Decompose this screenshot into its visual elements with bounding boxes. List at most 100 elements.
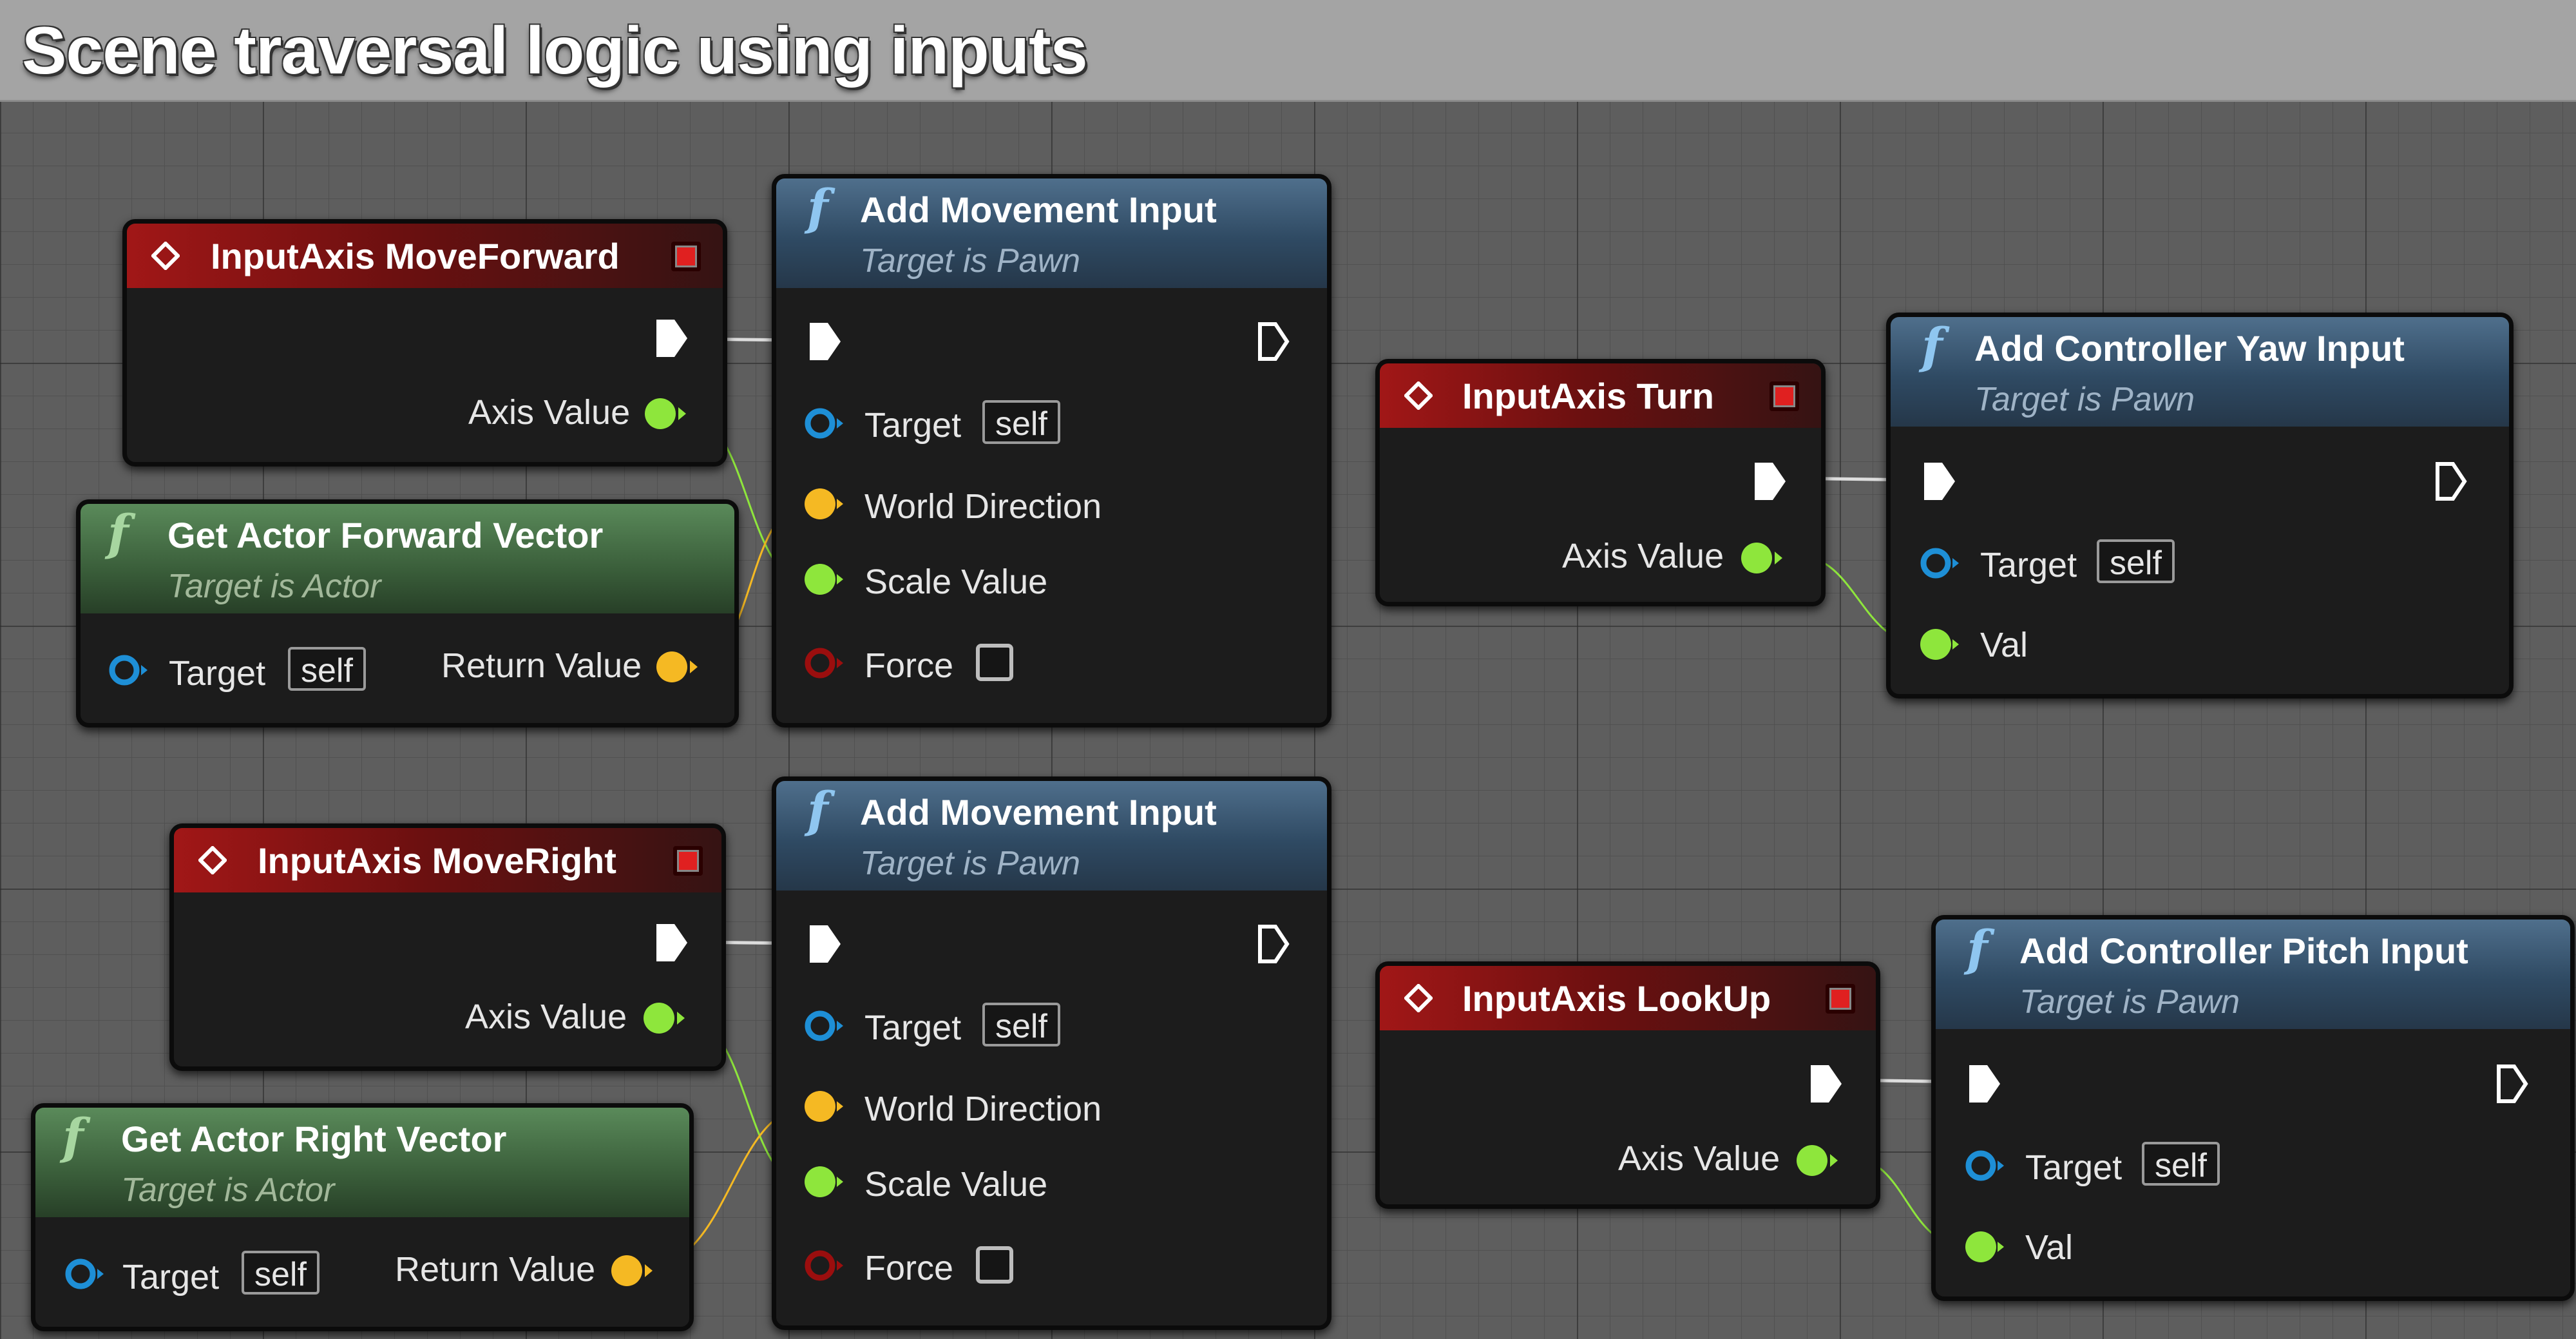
exec-output-pin[interactable] [2434, 460, 2470, 503]
float-input-pin[interactable] [802, 560, 847, 599]
node-title: InputAxis MoveForward [211, 236, 620, 276]
stop-icon[interactable] [1826, 984, 1855, 1014]
float-output-pin[interactable] [641, 999, 692, 1037]
bool-input-pin[interactable] [802, 1246, 847, 1285]
node-get-actor-forward-vector[interactable]: f Get Actor Forward Vector Target is Act… [76, 499, 739, 727]
node-title: Add Movement Input [860, 792, 1217, 833]
event-diamond-icon [1404, 381, 1433, 410]
target-label: Target [1980, 546, 2077, 584]
node-title: Add Controller Yaw Input [1974, 328, 2405, 369]
event-diamond-icon [151, 242, 180, 270]
float-output-pin[interactable] [1794, 1141, 1846, 1180]
self-field[interactable]: self [982, 1003, 1060, 1046]
function-icon: f [108, 504, 129, 561]
target-label: Target [169, 654, 266, 693]
function-icon: f [807, 781, 828, 838]
force-checkbox[interactable] [976, 1246, 1013, 1284]
node-add-controller-pitch-input[interactable]: f Add Controller Pitch Input Target is P… [1931, 915, 2575, 1301]
object-input-pin[interactable] [106, 651, 151, 689]
node-title: Add Controller Pitch Input [2019, 930, 2468, 971]
node-get-actor-right-vector[interactable]: f Get Actor Right Vector Target is Actor… [31, 1103, 694, 1331]
object-input-pin[interactable] [802, 1007, 847, 1045]
node-subtitle: Target is Pawn [2019, 983, 2240, 1021]
exec-output-pin[interactable] [1256, 923, 1292, 965]
node-title: Add Movement Input [860, 189, 1217, 230]
exec-output-pin[interactable] [1808, 1063, 1844, 1105]
event-diamond-icon [198, 846, 227, 874]
node-title: InputAxis MoveRight [258, 840, 616, 881]
exec-output-pin[interactable] [654, 317, 690, 360]
node-subtitle: Target is Actor [167, 568, 381, 605]
node-title: Get Actor Right Vector [121, 1119, 507, 1159]
vector-input-pin[interactable] [802, 485, 847, 523]
node-subtitle: Target is Pawn [860, 242, 1081, 280]
node-title: InputAxis LookUp [1462, 978, 1771, 1019]
float-input-pin[interactable] [1918, 625, 1963, 664]
object-input-pin[interactable] [802, 404, 847, 443]
vector-input-pin[interactable] [802, 1087, 847, 1126]
axis-value-label: Axis Value [468, 393, 631, 432]
exec-output-pin[interactable] [2495, 1063, 2531, 1105]
function-icon: f [1922, 317, 1943, 374]
object-input-pin[interactable] [62, 1255, 108, 1293]
scale-value-label: Scale Value [864, 563, 1048, 601]
self-field[interactable]: self [2097, 539, 2175, 583]
float-input-pin[interactable] [802, 1162, 847, 1201]
self-field[interactable]: self [2142, 1142, 2220, 1186]
node-title: Get Actor Forward Vector [167, 515, 604, 555]
node-inputaxis-lookup[interactable]: InputAxis LookUp Axis Value [1375, 961, 1880, 1209]
exec-input-pin[interactable] [1922, 460, 1958, 503]
target-label: Target [864, 1008, 962, 1047]
val-label: Val [2025, 1228, 2074, 1267]
force-label: Force [864, 1249, 954, 1287]
node-inputaxis-moveforward[interactable]: InputAxis MoveForward Axis Value [122, 219, 727, 467]
float-input-pin[interactable] [1963, 1228, 2008, 1266]
exec-output-pin[interactable] [1752, 460, 1788, 503]
force-checkbox[interactable] [976, 644, 1013, 681]
self-field[interactable]: self [982, 400, 1060, 444]
bool-input-pin[interactable] [802, 644, 847, 682]
object-input-pin[interactable] [1918, 544, 1963, 583]
function-icon: f [807, 178, 828, 236]
axis-value-label: Axis Value [465, 997, 627, 1036]
float-output-pin[interactable] [1739, 539, 1790, 577]
return-value-label: Return Value [441, 646, 642, 685]
node-inputaxis-moveright[interactable]: InputAxis MoveRight Axis Value [169, 824, 726, 1071]
stop-icon[interactable] [671, 242, 701, 271]
node-title: InputAxis Turn [1462, 376, 1714, 416]
exec-input-pin[interactable] [1967, 1063, 2003, 1105]
vector-output-pin[interactable] [609, 1251, 660, 1290]
stop-icon[interactable] [673, 846, 703, 876]
self-field[interactable]: self [242, 1251, 320, 1295]
node-add-movement-input[interactable]: f Add Movement Input Target is Pawn Targ… [772, 174, 1331, 727]
target-label: Target [864, 406, 962, 445]
node-add-controller-yaw-input[interactable]: f Add Controller Yaw Input Target is Paw… [1886, 313, 2514, 698]
val-label: Val [1980, 626, 2028, 664]
node-inputaxis-turn[interactable]: InputAxis Turn Axis Value [1375, 359, 1826, 606]
vector-output-pin[interactable] [654, 648, 705, 686]
scale-value-label: Scale Value [864, 1165, 1048, 1204]
object-input-pin[interactable] [1963, 1146, 2008, 1185]
node-subtitle: Target is Actor [121, 1171, 335, 1209]
world-direction-label: World Direction [864, 1090, 1102, 1128]
target-label: Target [122, 1258, 220, 1296]
exec-output-pin[interactable] [654, 921, 690, 964]
node-add-movement-input[interactable]: f Add Movement Input Target is Pawn Targ… [772, 776, 1331, 1330]
event-diamond-icon [1404, 984, 1433, 1012]
target-label: Target [2025, 1148, 2123, 1187]
node-subtitle: Target is Pawn [1974, 381, 2195, 418]
exec-output-pin[interactable] [1256, 320, 1292, 363]
function-icon: f [62, 1108, 84, 1165]
axis-value-label: Axis Value [1562, 537, 1724, 575]
node-subtitle: Target is Pawn [860, 845, 1081, 882]
exec-input-pin[interactable] [807, 320, 843, 363]
world-direction-label: World Direction [864, 487, 1102, 526]
self-field[interactable]: self [288, 647, 366, 691]
float-output-pin[interactable] [642, 394, 694, 433]
return-value-label: Return Value [395, 1250, 596, 1289]
axis-value-label: Axis Value [1618, 1139, 1780, 1178]
force-label: Force [864, 646, 954, 685]
stop-icon[interactable] [1770, 381, 1799, 411]
exec-input-pin[interactable] [807, 923, 843, 965]
function-icon: f [1967, 920, 1988, 977]
